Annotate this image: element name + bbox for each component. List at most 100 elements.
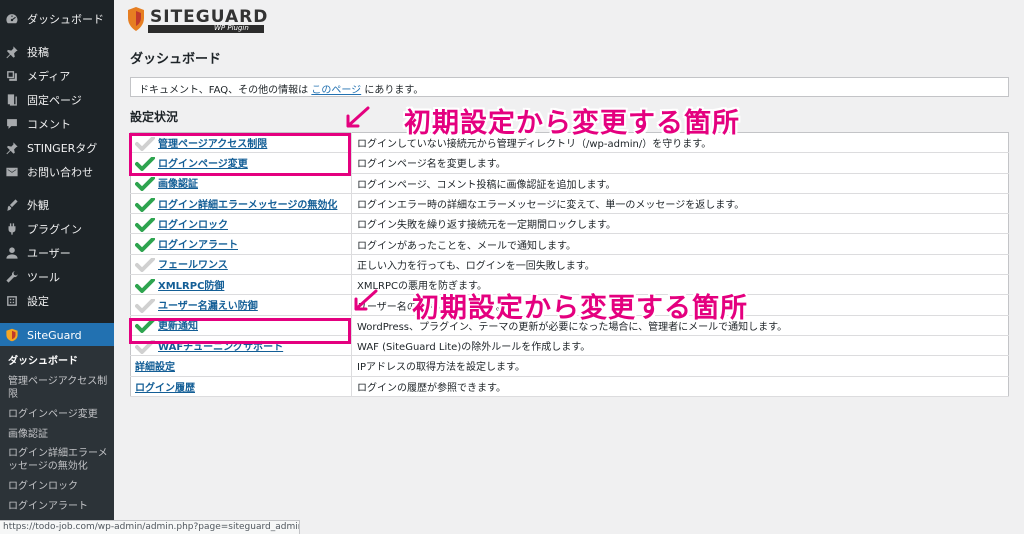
annotation-label: 初期設定から変更する箇所	[412, 293, 748, 324]
menu-item-label: コメント	[27, 118, 71, 131]
feature-row: ログインアラート ログインがあったことを、メールで通知します。	[130, 233, 1009, 255]
info-notice: ドキュメント、FAQ、その他の情報は このページ にあります。	[130, 77, 1009, 97]
menu-item-media[interactable]: メディア	[0, 65, 114, 87]
page-icon	[7, 94, 17, 106]
logo-subtext: WP Plugin	[214, 24, 249, 32]
submenu-item-captcha[interactable]: 画像認証	[8, 428, 108, 441]
menu-item-label: 固定ページ	[27, 94, 82, 107]
submenu-item-same-error[interactable]: ログイン詳細エラーメッセージの無効化	[8, 447, 108, 473]
feature-name-cell: フェールワンス	[130, 254, 352, 276]
siteguard-logo: SITEGUARD WP Plugin	[128, 6, 269, 34]
annotation-highlight-box	[129, 133, 351, 176]
mail-icon	[6, 167, 18, 177]
check-off-icon	[135, 298, 155, 314]
pin-icon	[6, 46, 18, 59]
check-on-icon	[135, 196, 155, 212]
logo-text: SITEGUARD	[150, 7, 269, 27]
feature-row: 画像認証 ログインページ、コメント投稿に画像認証を追加します。	[130, 173, 1009, 194]
menu-item-label: 投稿	[27, 46, 49, 59]
menu-item-label: ツール	[27, 271, 60, 284]
menu-item-label: 設定	[27, 295, 49, 308]
feature-description: ログインページ、コメント投稿に画像認証を追加します。	[351, 173, 1009, 194]
user-icon	[6, 247, 18, 259]
feature-link[interactable]: ログイン詳細エラーメッセージの無効化	[158, 200, 337, 211]
feature-description: ログインエラー時の詳細なエラーメッセージに変えて、単一のメッセージを返します。	[351, 193, 1009, 215]
section-title: 設定状況	[130, 110, 179, 124]
menu-item-users[interactable]: ユーザー	[0, 242, 114, 264]
info-suffix: にあります。	[361, 85, 424, 96]
feature-link[interactable]: ログイン履歴	[135, 383, 195, 394]
menu-item-posts[interactable]: 投稿	[0, 41, 114, 63]
page-title: ダッシュボード	[130, 52, 222, 67]
feature-name-cell: ログインアラート	[130, 233, 352, 255]
dashboard-icon	[6, 14, 18, 24]
feature-row: フェールワンス 正しい入力を行っても、ログインを一回失敗します。	[130, 254, 1009, 276]
menu-item-dashboard[interactable]: ダッシュボード	[0, 8, 114, 30]
check-off-icon	[135, 257, 155, 273]
settings-icon	[7, 296, 17, 306]
feature-description: IPアドレスの取得方法を設定します。	[351, 355, 1009, 377]
media-icon	[7, 71, 17, 81]
feature-description: ログインページ名を変更します。	[351, 152, 1009, 174]
menu-item-pages[interactable]: 固定ページ	[0, 89, 114, 111]
menu-item-tools[interactable]: ツール	[0, 266, 114, 288]
feature-description: ログインの履歴が参照できます。	[351, 376, 1009, 397]
submenu-item-dashboard[interactable]: ダッシュボード	[8, 355, 108, 368]
feature-name-cell: ユーザー名漏えい防御	[130, 294, 352, 316]
feature-link[interactable]: XMLRPC防御	[158, 281, 224, 292]
feature-name-cell: ログイン詳細エラーメッセージの無効化	[130, 193, 352, 215]
feature-link[interactable]: ユーザー名漏えい防御	[158, 301, 258, 312]
feature-description: ログイン失敗を繰り返す接続元を一定期間ロックします。	[351, 213, 1009, 235]
pin-icon	[6, 142, 18, 155]
check-on-icon	[135, 216, 155, 232]
menu-item-label: STINGERタグ	[27, 142, 98, 155]
feature-link[interactable]: 詳細設定	[135, 362, 175, 373]
annotation-label: 初期設定から変更する箇所	[404, 108, 740, 139]
menu-item-label: 外観	[27, 199, 49, 212]
submenu-item-login-lock[interactable]: ログインロック	[8, 480, 108, 493]
annotation-highlight-box	[129, 318, 351, 344]
feature-row: ログイン詳細エラーメッセージの無効化 ログインエラー時の詳細なエラーメッセージに変…	[130, 193, 1009, 215]
docs-link[interactable]: このページ	[311, 85, 361, 96]
menu-item-contact[interactable]: お問い合わせ	[0, 161, 114, 183]
submenu-item-admin-filter[interactable]: 管理ページアクセス制限	[8, 375, 108, 401]
menu-item-comments[interactable]: コメント	[0, 113, 114, 135]
feature-row: ログイン履歴 ログインの履歴が参照できます。	[130, 376, 1009, 397]
menu-item-appearance[interactable]: 外観	[0, 194, 114, 216]
menu-item-siteguard[interactable]: SiteGuard	[0, 323, 114, 347]
feature-name-cell: 詳細設定	[130, 355, 352, 377]
annotation-arrow-icon	[354, 289, 378, 311]
check-on-icon	[135, 176, 155, 192]
menu-item-stinger[interactable]: STINGERタグ	[0, 137, 114, 159]
feature-name-cell: ログインロック	[130, 213, 352, 235]
menu-item-label: ダッシュボード	[27, 13, 104, 26]
menu-item-plugins[interactable]: プラグイン	[0, 218, 114, 240]
check-on-icon	[135, 277, 155, 293]
comment-icon	[7, 119, 17, 129]
menu-item-label: ユーザー	[27, 247, 71, 260]
feature-link[interactable]: ログインロック	[158, 220, 228, 231]
feature-link[interactable]: ログインアラート	[158, 240, 238, 251]
brush-icon	[7, 199, 18, 211]
wrench-icon	[6, 271, 18, 283]
menu-item-label: メディア	[27, 70, 71, 83]
menu-item-label: プラグイン	[27, 223, 82, 236]
feature-description: ログインがあったことを、メールで通知します。	[351, 233, 1009, 255]
feature-description: WAF (SiteGuard Lite)の除外ルールを作成します。	[351, 335, 1009, 357]
menu-item-label: お問い合わせ	[27, 166, 93, 179]
feature-description: 正しい入力を行っても、ログインを一回失敗します。	[351, 254, 1009, 276]
menu-item-settings[interactable]: 設定	[0, 290, 114, 312]
menu-item-label: SiteGuard	[27, 328, 82, 342]
submenu-item-login-alert[interactable]: ログインアラート	[8, 500, 108, 513]
feature-link[interactable]: 画像認証	[158, 179, 198, 190]
info-prefix: ドキュメント、FAQ、その他の情報は	[139, 85, 312, 96]
feature-name-cell: ログイン履歴	[130, 376, 352, 397]
feature-link[interactable]: フェールワンス	[158, 260, 228, 271]
feature-row: 詳細設定 IPアドレスの取得方法を設定します。	[130, 355, 1009, 377]
feature-name-cell: 画像認証	[130, 173, 352, 194]
feature-name-cell: XMLRPC防御	[130, 274, 352, 296]
check-on-icon	[135, 237, 155, 253]
submenu-item-rename-login[interactable]: ログインページ変更	[8, 408, 108, 421]
feature-row: ログインロック ログイン失敗を繰り返す接続元を一定期間ロックします。	[130, 213, 1009, 235]
annotation-arrow-icon	[346, 106, 370, 128]
